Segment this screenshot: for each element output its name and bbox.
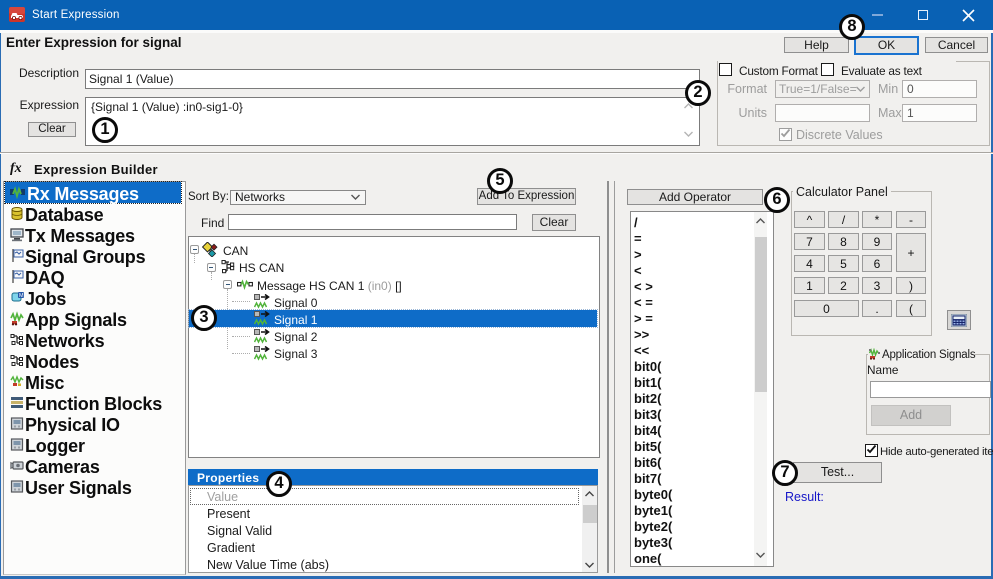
svg-text:M: M <box>19 293 24 299</box>
